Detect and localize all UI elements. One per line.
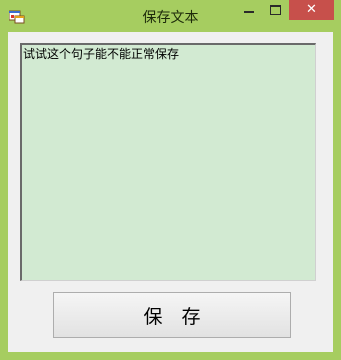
app-window: 保存文本 ✕ 试试这个句子能不能正常保存 保 存 bbox=[0, 0, 341, 360]
maximize-button[interactable] bbox=[263, 0, 289, 20]
save-button[interactable]: 保 存 bbox=[53, 292, 291, 338]
form-client-area: 试试这个句子能不能正常保存 保 存 bbox=[8, 32, 333, 352]
text-input-area[interactable]: 试试这个句子能不能正常保存 bbox=[20, 43, 316, 281]
close-icon: ✕ bbox=[306, 2, 317, 17]
title-bar[interactable]: 保存文本 ✕ bbox=[0, 0, 341, 32]
minimize-button[interactable] bbox=[236, 0, 262, 20]
maximize-icon bbox=[270, 5, 281, 15]
close-button[interactable]: ✕ bbox=[289, 0, 334, 20]
minimize-icon bbox=[244, 11, 254, 13]
